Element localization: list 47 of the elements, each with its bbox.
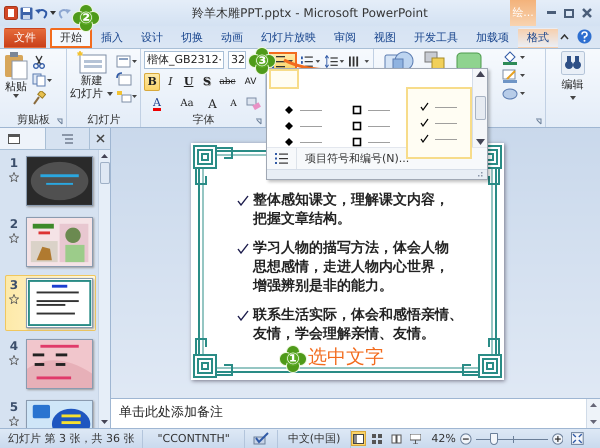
file-button[interactable]: 文件 (4, 28, 46, 48)
group-label: 幻灯片 (88, 113, 120, 127)
zoom-level[interactable]: 42% (431, 432, 460, 446)
strikethrough-button[interactable]: abc (217, 73, 238, 91)
group-label: 字体 (192, 113, 214, 127)
slide-number: 2 (10, 217, 18, 232)
slide-number: 5 (10, 400, 18, 414)
bullet-text: 学习人物的描写方法，体会人物 思想感情，走进人物内心世界， 增强辨别是非的能力。 (253, 239, 449, 296)
paste-button[interactable]: 粘贴 (3, 51, 29, 113)
slide-number: 1 (10, 156, 18, 170)
font-color-button[interactable]: A (144, 95, 170, 113)
shrink-font-button[interactable]: A (225, 95, 242, 113)
bullet-text: 联系生活实际，体会和感悟亲情、 友情，学会理解亲情、友情。 (253, 306, 463, 344)
bullet-text: 整体感知课文，理解课文内容， 把握文章结构。 (253, 191, 449, 229)
ribbon-tab[interactable]: 动画 (212, 28, 252, 48)
change-case-button[interactable]: Aa (174, 95, 200, 113)
slide-number: 3 (10, 278, 18, 292)
italic-button[interactable]: I (162, 73, 178, 91)
ribbon-tab[interactable]: 加载项 (467, 28, 518, 48)
annotation-caption: 选中文字 (308, 347, 384, 368)
ribbon-tab[interactable]: 审阅 (325, 28, 365, 48)
slide-thumbnail-row[interactable]: 4 (5, 336, 96, 392)
font-size-combobox[interactable]: 32 (228, 51, 246, 69)
ribbon-tab[interactable]: 开发工具 (405, 28, 467, 48)
ribbon-tab[interactable]: 视图 (365, 28, 405, 48)
context-tab-label: 绘... (510, 0, 536, 26)
ribbon-tab[interactable]: 开始 (50, 28, 92, 48)
slide-thumbnail-row[interactable]: 3 (5, 275, 96, 331)
group-label: 剪贴板 (17, 113, 50, 127)
ribbon-tab[interactable]: 幻灯片放映 (252, 28, 325, 48)
slide-thumbnail-row[interactable]: 1 (5, 153, 96, 209)
new-slide-button[interactable]: 新建 幻灯片 (70, 51, 113, 113)
underline-button[interactable]: U (180, 73, 197, 91)
ribbon-tab[interactable]: 格式 (518, 28, 558, 48)
slide-thumbnail-row[interactable]: 2 (5, 214, 96, 270)
slide-count-text: 幻灯片 第 3 张，共 36 张 (0, 430, 144, 448)
character-spacing-button[interactable]: AV (240, 73, 261, 91)
shadow-button[interactable]: S (198, 73, 215, 91)
slide-number: 4 (10, 339, 18, 354)
editing-button[interactable]: 编辑 (560, 51, 584, 127)
bold-button[interactable]: B (144, 73, 160, 91)
window-title: 羚羊木雕PPT.pptx - Microsoft PowerPoint (191, 6, 429, 20)
ribbon-tab[interactable]: 设计 (132, 28, 172, 48)
font-name-combobox[interactable]: 楷体_GB2312 (144, 51, 224, 69)
ribbon-tab[interactable]: 切换 (172, 28, 212, 48)
grow-font-button[interactable]: A (204, 95, 221, 113)
theme-name: "CCONTNTH" (143, 430, 245, 448)
